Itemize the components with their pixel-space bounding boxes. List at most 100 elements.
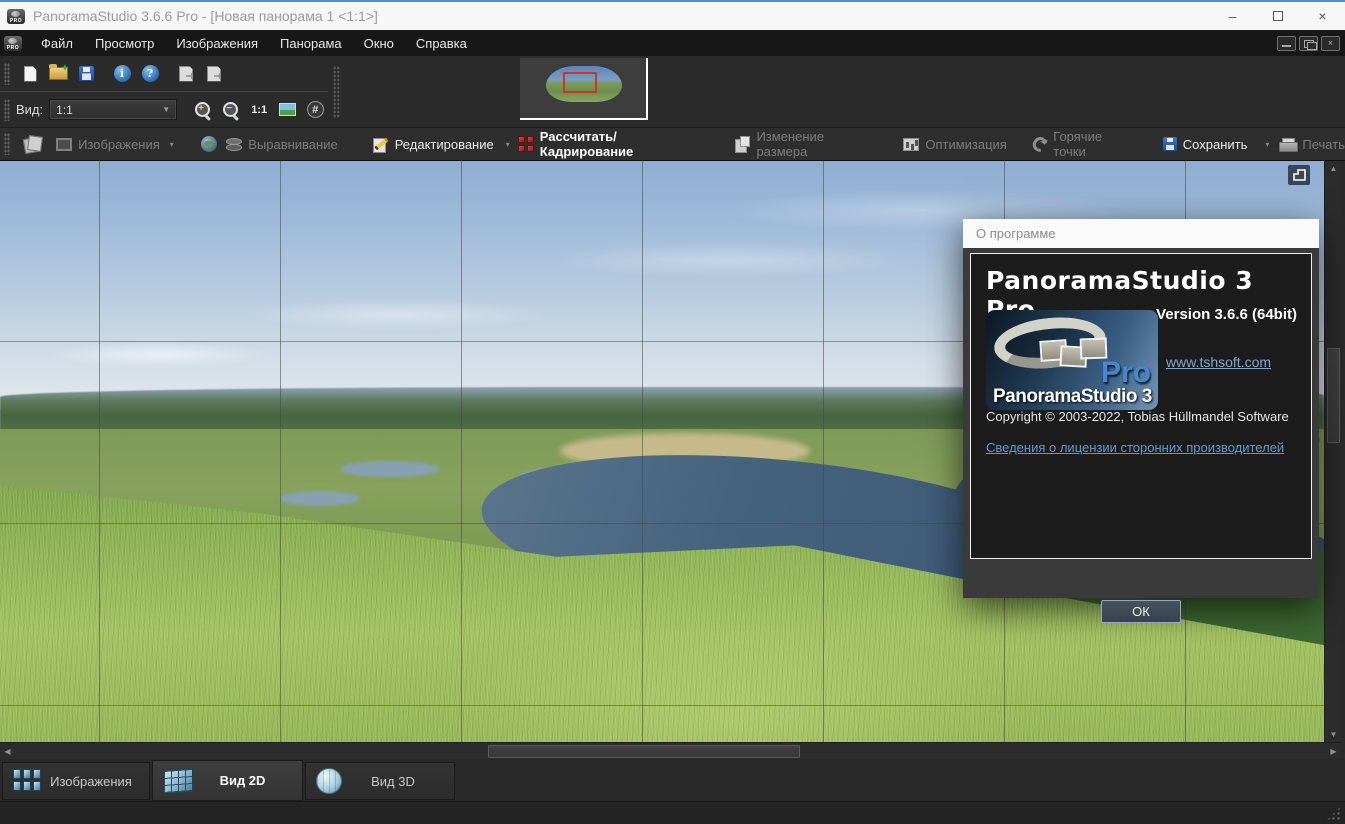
zoom-level-value: 1:1 <box>56 102 73 117</box>
mdi-close-button[interactable]: × <box>1321 35 1340 51</box>
workflow-step-save[interactable]: Сохранить <box>1162 137 1247 152</box>
zoom-level-select[interactable]: 1:1 ▼ <box>49 99 178 120</box>
third-party-license-link[interactable]: Сведения о лицензии сторонних производит… <box>986 440 1284 455</box>
tab-view-3d[interactable]: Вид 3D <box>305 762 455 800</box>
workflow-grip[interactable] <box>4 133 10 155</box>
mdi-window-controls: × <box>1277 35 1340 51</box>
scroll-left-arrow[interactable]: ◀ <box>0 743 15 760</box>
view-3d-sphere-icon <box>316 768 342 794</box>
vertical-scroll-thumb[interactable] <box>1327 348 1340 443</box>
menu-view[interactable]: Просмотр <box>84 30 165 56</box>
menu-panorama[interactable]: Панорама <box>269 30 353 56</box>
about-dialog: О программе PanoramaStudio 3 Pro Pro Pan… <box>963 219 1319 623</box>
workflow-step-images[interactable]: Изображения <box>56 137 160 152</box>
maximize-button[interactable] <box>1255 2 1300 30</box>
workflow-step-alignment[interactable]: Выравнивание <box>226 137 338 152</box>
print-icon <box>1279 137 1299 152</box>
images-icon <box>56 137 73 151</box>
horizontal-scroll-thumb[interactable] <box>488 745 800 758</box>
globe-button[interactable] <box>196 131 222 157</box>
vertical-scrollbar[interactable]: ▲ ▼ <box>1324 161 1341 742</box>
copyright-text: Copyright © 2003-2022, Tobias Hüllmandel… <box>986 409 1289 424</box>
zoom-actual-button[interactable]: 1:1 <box>245 97 273 123</box>
menu-bar: Файл Просмотр Изображения Панорама Окно … <box>0 30 1345 56</box>
menu-file[interactable]: Файл <box>30 30 84 56</box>
toolbar-grip[interactable] <box>4 62 10 85</box>
workflow-step-render-crop[interactable]: Рассчитать/Кадрирование <box>517 129 700 159</box>
ok-button[interactable]: ОК <box>1101 600 1181 623</box>
new-project-button[interactable] <box>16 61 44 87</box>
save-floppy-icon <box>78 66 94 81</box>
export-button[interactable] <box>172 61 200 87</box>
save-step-icon <box>1162 137 1177 151</box>
window-resize-grip[interactable] <box>1326 806 1341 821</box>
export-page-icon <box>179 65 193 82</box>
zoom-out-button[interactable]: − <box>217 97 245 123</box>
photo-stack-icon <box>24 136 42 152</box>
render-crop-icon <box>517 136 534 152</box>
minimize-button[interactable]: – <box>1210 2 1255 30</box>
close-button[interactable]: × <box>1300 2 1345 30</box>
grid-toggle-button[interactable]: # <box>301 97 329 123</box>
status-bar <box>0 801 1345 824</box>
hotspots-icon <box>1029 133 1051 155</box>
navigator-panel <box>520 58 648 120</box>
window-title: PanoramaStudio 3.6.6 Pro - [Новая панора… <box>33 8 378 24</box>
help-button[interactable]: ? <box>136 61 164 87</box>
about-dialog-title-bar[interactable]: О программе <box>963 219 1319 248</box>
menu-help[interactable]: Справка <box>405 30 478 56</box>
app-logo-icon-small <box>4 35 22 51</box>
open-folder-icon <box>48 64 68 80</box>
save-dropdown-arrow[interactable]: ▾ <box>1265 140 1269 149</box>
workflow-label-images: Изображения <box>78 136 160 152</box>
new-document-icon <box>23 65 37 82</box>
workflow-label-render-crop: Рассчитать/Кадрирование <box>539 129 634 159</box>
window-controls: – × <box>1210 2 1345 30</box>
menu-images[interactable]: Изображения <box>165 30 269 56</box>
scroll-up-arrow[interactable]: ▲ <box>1325 161 1342 176</box>
toolbar-grip-2[interactable] <box>4 98 10 121</box>
tab-images[interactable]: Изображения <box>2 762 150 800</box>
images-dropdown-arrow[interactable]: ▾ <box>170 140 174 149</box>
logo-title: PanoramaStudio 3 <box>993 386 1152 407</box>
toolbar-view: Вид: 1:1 ▼ + − 1:1 # <box>0 92 400 127</box>
toolbar-standard: i ? <box>0 56 400 91</box>
fit-image-button[interactable] <box>273 97 301 123</box>
tab-images-label: Изображения <box>50 773 132 789</box>
globe-icon <box>201 136 217 152</box>
images-grid-icon <box>13 769 43 793</box>
workflow-step-print[interactable]: Печать <box>1279 137 1345 152</box>
tab-view-2d[interactable]: Вид 2D <box>152 760 303 801</box>
panorama-thumbnail[interactable] <box>546 66 622 102</box>
combo-arrow-icon: ▼ <box>162 105 171 114</box>
menu-window[interactable]: Окно <box>353 30 405 56</box>
mdi-minimize-button[interactable] <box>1277 35 1296 51</box>
workflow-bar: Изображения ▾ Выравнивание Редактировани… <box>0 128 1345 161</box>
export-alt-button[interactable] <box>200 61 228 87</box>
open-button[interactable] <box>44 61 72 87</box>
zoom-in-icon: + <box>194 101 212 119</box>
scroll-down-arrow[interactable]: ▼ <box>1325 727 1342 742</box>
info-button[interactable]: i <box>108 61 136 87</box>
editing-dropdown-arrow[interactable]: ▾ <box>506 140 510 149</box>
workflow-label-optimize: Оптимизация <box>925 136 1007 152</box>
workflow-step-editing[interactable]: Редактирование <box>372 136 494 153</box>
add-images-button[interactable] <box>20 131 46 157</box>
save-button[interactable] <box>72 61 100 87</box>
website-link[interactable]: www.tshsoft.com <box>1166 354 1271 370</box>
tab-view-2d-label: Вид 2D <box>219 773 266 788</box>
mdi-restore-button[interactable] <box>1299 35 1318 51</box>
tab-view-3d-label: Вид 3D <box>371 773 415 789</box>
scroll-right-arrow[interactable]: ▶ <box>1326 743 1341 760</box>
horizontal-scrollbar[interactable]: ◀ ▶ <box>0 742 1341 759</box>
view-tab-bar: Изображения Вид 2D Вид 3D <box>0 759 1345 801</box>
workflow-step-optimize[interactable]: Оптимизация <box>903 137 1007 152</box>
navigator-toggle-button[interactable] <box>1288 165 1310 185</box>
zoom-in-button[interactable]: + <box>189 97 217 123</box>
help-icon: ? <box>141 65 159 82</box>
workflow-step-resize[interactable]: Изменение размера <box>735 129 871 159</box>
view-2d-icon <box>163 767 193 794</box>
workflow-step-hotspots[interactable]: Горячие точки <box>1029 129 1133 159</box>
viewport-rectangle[interactable] <box>563 72 597 93</box>
app-logo-image: Pro PanoramaStudio 3 <box>986 310 1158 410</box>
